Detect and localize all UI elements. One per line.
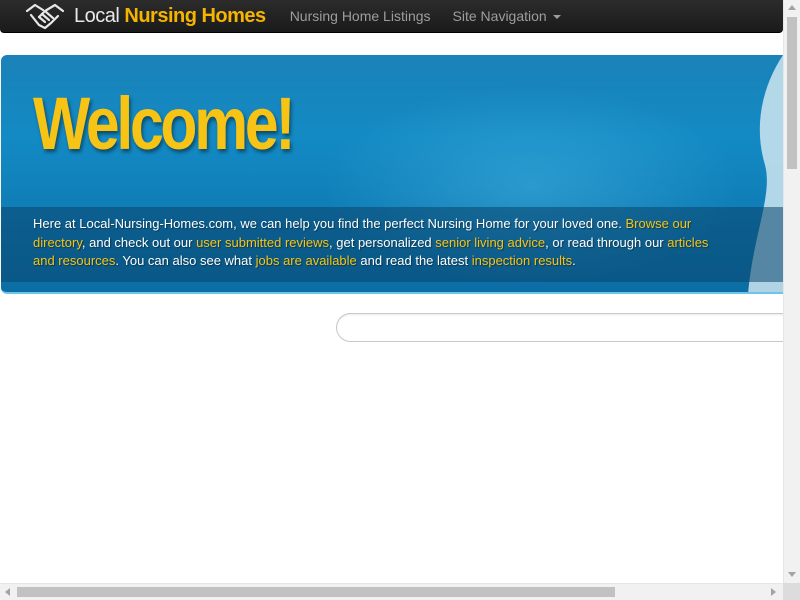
- nav-link-label: Nursing Home Listings: [289, 8, 431, 24]
- jobs-available-link[interactable]: jobs are available: [256, 253, 357, 268]
- welcome-heading: Welcome!: [33, 82, 296, 165]
- horizontal-scroll-thumb[interactable]: [17, 587, 615, 597]
- scroll-up-arrow-icon[interactable]: [788, 5, 796, 10]
- scroll-left-arrow-icon[interactable]: [5, 588, 10, 596]
- intro-text-segment: , or read through our: [545, 234, 668, 250]
- scrollbar-corner: [783, 583, 800, 600]
- logo-wordmark: Local Nursing Homes: [74, 5, 266, 28]
- welcome-hero: Welcome! Here at Local-Nursing-Homes.com…: [1, 55, 783, 294]
- inspection-results-link[interactable]: inspection results: [472, 253, 572, 268]
- intro-text-segment: Here at Local-Nursing-Homes.com, we can …: [33, 216, 626, 231]
- senior-living-advice-link[interactable]: senior living advice: [435, 235, 545, 250]
- intro-text-segment: . You can also see what: [115, 253, 256, 268]
- user-reviews-link[interactable]: user submitted reviews: [196, 235, 329, 250]
- intro-text-segment: .: [572, 253, 576, 268]
- caret-down-icon: [552, 15, 561, 19]
- top-navbar: Local Nursing Homes Nursing Home Listing…: [0, 0, 783, 33]
- nav-link-nursing-home-listings[interactable]: Nursing Home Listings: [290, 8, 431, 24]
- vertical-scroll-thumb[interactable]: [787, 17, 797, 169]
- scroll-right-arrow-icon[interactable]: [771, 588, 776, 596]
- nav-dropdown-site-navigation[interactable]: Site Navigation: [453, 8, 561, 24]
- intro-text-segment: , get personalized: [329, 234, 436, 250]
- logo-text-local: Local: [74, 4, 120, 27]
- logo-text-brand: Nursing Homes: [124, 4, 266, 27]
- horizontal-scrollbar[interactable]: [0, 583, 783, 600]
- site-logo[interactable]: Local Nursing Homes: [24, 0, 266, 33]
- intro-text-segment: , and check out our: [81, 234, 197, 250]
- intro-text-segment: and read the latest: [356, 253, 472, 268]
- search-input[interactable]: [336, 313, 796, 342]
- nav-link-label: Site Navigation: [452, 8, 547, 24]
- vertical-scrollbar[interactable]: [783, 0, 800, 583]
- handshake-icon: [24, 1, 66, 31]
- scroll-down-arrow-icon[interactable]: [788, 572, 796, 577]
- browser-viewport: Local Nursing Homes Nursing Home Listing…: [0, 0, 800, 600]
- hero-intro-text: Here at Local-Nursing-Homes.com, we can …: [33, 215, 733, 271]
